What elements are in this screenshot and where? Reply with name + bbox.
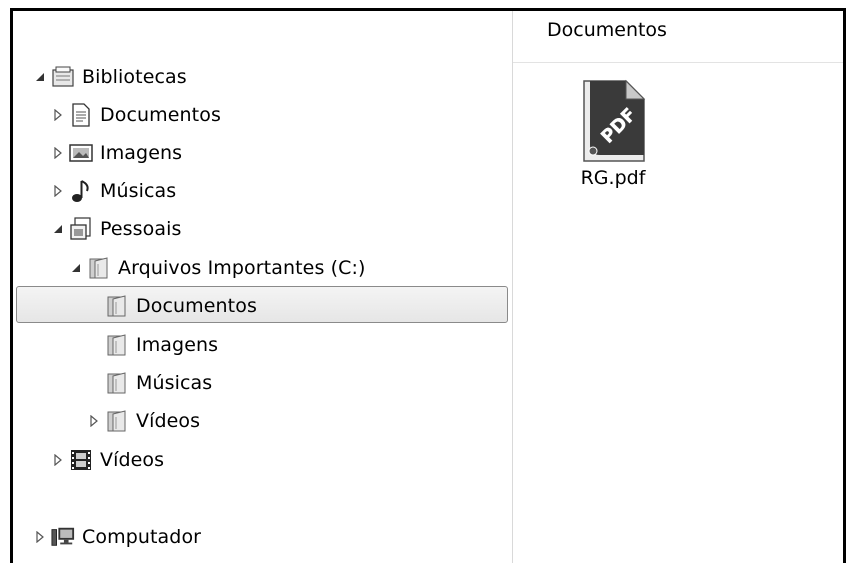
tree-item-videos[interactable]: Vídeos xyxy=(51,444,164,476)
tree-item-computer[interactable]: Computador xyxy=(33,521,201,553)
document-icon xyxy=(69,103,93,127)
divider xyxy=(513,62,843,63)
folder-icon xyxy=(105,409,129,433)
tree-item-label: Arquivos Importantes (C:) xyxy=(118,257,366,279)
music-note-icon xyxy=(69,179,93,203)
tree-item-label: Imagens xyxy=(100,142,183,164)
folder-icon xyxy=(105,333,129,357)
collapsed-arrow-icon[interactable] xyxy=(33,530,47,544)
tree-item-label: Imagens xyxy=(136,334,219,356)
explorer-window: Bibliotecas Documentos Imagens Músicas P… xyxy=(10,8,846,563)
tree-item-libraries[interactable]: Bibliotecas xyxy=(33,61,187,93)
tree-item-label: Músicas xyxy=(100,180,177,202)
collapsed-arrow-icon[interactable] xyxy=(51,146,65,160)
tree-item-label: Vídeos xyxy=(136,410,201,432)
expanded-arrow-icon[interactable] xyxy=(33,70,47,84)
picture-icon xyxy=(69,141,93,165)
expanded-arrow-icon[interactable] xyxy=(51,222,65,236)
tree-item-label: Pessoais xyxy=(100,218,182,240)
navigation-pane: Bibliotecas Documentos Imagens Músicas P… xyxy=(13,11,513,563)
collapsed-arrow-icon[interactable] xyxy=(87,414,101,428)
collapsed-arrow-icon[interactable] xyxy=(51,108,65,122)
tree-item-label: Bibliotecas xyxy=(82,66,187,88)
file-item[interactable]: PDF RG.pdf xyxy=(573,79,653,189)
expanded-arrow-icon[interactable] xyxy=(69,261,83,275)
tree-item-label: Documentos xyxy=(136,295,257,317)
tree-item-sub-documents[interactable]: Documentos xyxy=(105,290,257,322)
tree-item-label: Músicas xyxy=(136,372,213,394)
tree-item-label: Vídeos xyxy=(100,449,165,471)
content-header: Documentos xyxy=(547,19,667,41)
folder-icon xyxy=(105,371,129,395)
personal-library-icon xyxy=(69,217,93,241)
computer-icon xyxy=(51,525,75,549)
folder-icon xyxy=(105,294,129,318)
tree-item-important-files[interactable]: Arquivos Importantes (C:) xyxy=(69,252,365,284)
tree-item-lib-images[interactable]: Imagens xyxy=(51,137,182,169)
tree-item-lib-documents[interactable]: Documentos xyxy=(51,99,221,131)
collapsed-arrow-icon[interactable] xyxy=(51,453,65,467)
tree-item-sub-music[interactable]: Músicas xyxy=(105,367,212,399)
folder-icon xyxy=(87,256,111,280)
library-icon xyxy=(51,65,75,89)
file-name: RG.pdf xyxy=(580,167,646,189)
film-icon xyxy=(69,448,93,472)
tree-item-personal[interactable]: Pessoais xyxy=(51,213,182,245)
tree-item-sub-images[interactable]: Imagens xyxy=(105,329,218,361)
tree-item-label: Documentos xyxy=(100,104,221,126)
tree-item-sub-videos[interactable]: Vídeos xyxy=(87,405,200,437)
collapsed-arrow-icon[interactable] xyxy=(51,184,65,198)
tree-item-label: Computador xyxy=(82,526,202,548)
selection-highlight xyxy=(16,286,508,323)
pdf-file-icon: PDF xyxy=(580,79,646,163)
content-pane: Documentos PDF RG.pdf xyxy=(513,11,843,563)
tree-item-lib-music[interactable]: Músicas xyxy=(51,175,176,207)
